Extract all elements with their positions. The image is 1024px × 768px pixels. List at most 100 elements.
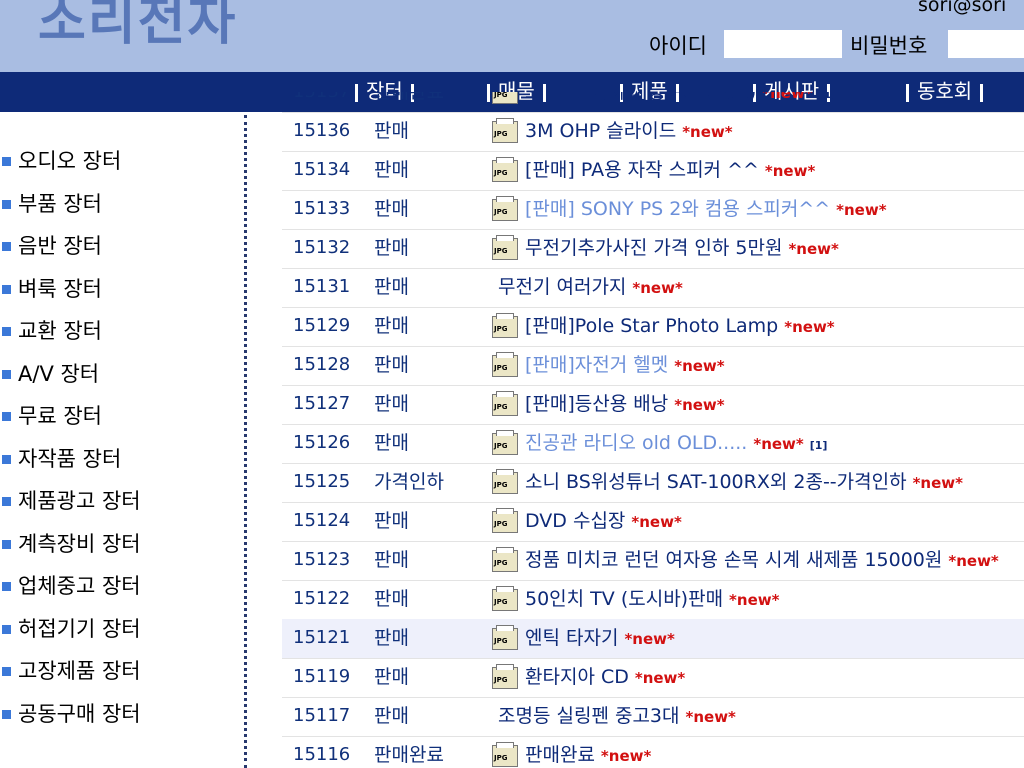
table-row[interactable]: 15128 판매 JPG [판매]자전거 헬멧 *new* — [282, 346, 1024, 386]
sidebar-item[interactable]: 교환 장터 — [0, 310, 240, 353]
bullet-icon — [2, 412, 11, 421]
post-title-link[interactable]: 소니 BS위성튜너 SAT-100RX외 2종--가격인하 *new* — [525, 463, 963, 502]
sidebar-item[interactable]: 오디오 장터 — [0, 140, 240, 183]
post-category: 판매 — [374, 120, 409, 142]
jpg-icon-label: JPG — [494, 481, 508, 489]
table-row[interactable]: 15129 판매 JPG [판매]Pole Star Photo Lamp *new* — [282, 307, 1024, 347]
post-title-link[interactable]: 무전기 여러가지 *new* — [498, 268, 683, 307]
table-row[interactable]: 15123 판매 JPG 정품 미치코 런던 여자용 손목 시계 새제품 15000원… — [282, 541, 1024, 581]
sidebar-item[interactable]: 허접기기 장터 — [0, 608, 240, 651]
jpg-icon-label: JPG — [494, 130, 508, 138]
login-pw-label: 비밀번호 — [850, 34, 928, 58]
jpg-icon-label: JPG — [494, 754, 508, 762]
new-badge: *new* — [788, 240, 839, 258]
post-category: 판매 — [374, 510, 409, 532]
post-category: 판매완료 — [374, 92, 444, 103]
jpg-icon-label: JPG — [494, 559, 508, 567]
sidebar-item[interactable]: 공동구매 장터 — [0, 693, 240, 736]
post-title-link[interactable]: DVD 수십장 *new* — [525, 502, 682, 541]
post-title-link[interactable]: 50인치 TV (도시바)판매 *new* — [525, 580, 779, 619]
sidebar-item[interactable]: 벼룩 장터 — [0, 268, 240, 311]
post-title-link[interactable]: 오 노랑 업체의 공구기 (완료) *new* [1] — [525, 92, 836, 114]
sidebar-item[interactable]: A/V 장터 — [0, 353, 240, 396]
comment-count[interactable]: [1] — [810, 439, 828, 452]
table-row[interactable]: 15125 가격인하 JPG 소니 BS위성튜너 SAT-100RX외 2종--가격인… — [282, 463, 1024, 503]
post-title-link[interactable]: [판매]등산용 배낭 *new* — [525, 385, 725, 424]
table-row[interactable]: 15122 판매 JPG 50인치 TV (도시바)판매 *new* — [282, 580, 1024, 620]
sidebar-item-label: 공동구매 장터 — [18, 701, 141, 726]
login-id-input[interactable] — [724, 30, 842, 58]
post-title-link[interactable]: 정품 미치코 런던 여자용 손목 시계 새제품 15000원 *new* — [525, 541, 999, 580]
post-category: 판매 — [374, 354, 409, 376]
comment-count[interactable]: [1] — [819, 92, 837, 101]
table-row[interactable]: 15134 판매 JPG [판매] PA용 자작 스피커 ^^ *new* — [282, 151, 1024, 191]
new-badge: *new* — [631, 513, 682, 531]
jpg-attachment-icon: JPG — [492, 586, 518, 611]
post-number: 15122 — [293, 588, 351, 609]
post-title: [판매]등산용 배낭 — [525, 393, 669, 415]
table-row[interactable]: 15127 판매 JPG [판매]등산용 배낭 *new* — [282, 385, 1024, 425]
post-title-link[interactable]: 진공관 라디오 old OLD..... *new* [1] — [525, 424, 827, 465]
table-row[interactable]: 15117 판매 조명등 실링펜 중고3대 *new* — [282, 697, 1024, 737]
post-title-link[interactable]: 엔틱 타자기 *new* — [525, 619, 675, 658]
bullet-icon — [2, 497, 11, 506]
post-number: 15134 — [293, 159, 351, 180]
sidebar-item[interactable]: 부품 장터 — [0, 183, 240, 226]
sidebar-item[interactable]: 고장제품 장터 — [0, 650, 240, 693]
table-row[interactable]: 15116 판매완료 JPG 판매완료 *new* — [282, 736, 1024, 768]
site-logo[interactable]: 소리전자 — [38, 0, 237, 58]
sidebar-item[interactable]: 무료 장터 — [0, 395, 240, 438]
sidebar-item[interactable]: 업체중고 장터 — [0, 565, 240, 608]
post-title-link[interactable]: 판매완료 *new* — [525, 736, 651, 768]
jpg-icon-label: JPG — [494, 325, 508, 333]
new-badge: *new* — [624, 630, 675, 648]
sidebar-item[interactable]: 제품광고 장터 — [0, 480, 240, 523]
post-title-link[interactable]: 3M OHP 슬라이드 *new* — [525, 112, 733, 151]
jpg-attachment-icon: JPG — [492, 664, 518, 689]
table-row[interactable]: 15121 판매 JPG 엔틱 타자기 *new* — [282, 619, 1024, 659]
post-title: 정품 미치코 런던 여자용 손목 시계 새제품 15000원 — [525, 549, 943, 571]
bullet-icon — [2, 242, 11, 251]
sidebar-item[interactable]: 계측장비 장터 — [0, 523, 240, 566]
jpg-attachment-icon: JPG — [492, 625, 518, 650]
jpg-icon-label: JPG — [494, 247, 508, 255]
table-row[interactable]: 15137 판매완료 JPG 오 노랑 업체의 공구기 (완료) *new* [1] — [282, 92, 1024, 113]
table-row[interactable]: 15126 판매 JPG 진공관 라디오 old OLD..... *new* [1] — [282, 424, 1024, 464]
jpg-attachment-icon: JPG — [492, 430, 518, 455]
post-title: [판매] SONY PS 2와 컴용 스피커^^ — [525, 198, 831, 220]
bullet-icon — [2, 539, 11, 549]
new-badge: *new* — [632, 279, 683, 297]
post-title-link[interactable]: 무전기추가사진 가격 인하 5만원 *new* — [525, 229, 839, 268]
post-title-link[interactable]: [판매]자전거 헬멧 *new* — [525, 346, 725, 385]
new-badge: *new* — [948, 552, 999, 570]
post-number: 15137 — [293, 92, 350, 111]
post-title: 무전기 여러가지 — [498, 276, 627, 298]
table-row[interactable]: 15124 판매 JPG DVD 수십장 *new* — [282, 502, 1024, 542]
post-title-link[interactable]: [판매] SONY PS 2와 컴용 스피커^^ *new* — [525, 190, 887, 229]
jpg-icon-label: JPG — [494, 169, 508, 177]
jpg-icon-label: JPG — [494, 676, 508, 684]
table-row[interactable]: 15119 판매 JPG 환타지아 CD *new* — [282, 658, 1024, 698]
post-category: 판매 — [374, 315, 409, 337]
post-number: 15133 — [293, 198, 351, 219]
post-title: 환타지아 CD — [525, 666, 629, 688]
sidebar-item[interactable]: 자작품 장터 — [0, 438, 240, 481]
post-category: 판매완료 — [374, 744, 444, 766]
table-row[interactable]: 15131 판매 무전기 여러가지 *new* — [282, 268, 1024, 308]
sidebar-item[interactable]: 음반 장터 — [0, 225, 240, 268]
login-pw-input[interactable] — [948, 30, 1024, 58]
post-title-link[interactable]: 조명등 실링펜 중고3대 *new* — [498, 697, 736, 736]
table-row[interactable]: 15133 판매 JPG [판매] SONY PS 2와 컴용 스피커^^ *new* — [282, 190, 1024, 230]
new-badge: *new* — [784, 318, 835, 336]
jpg-icon-label: JPG — [494, 637, 508, 645]
post-title: 오 노랑 업체의 공구기 (완료) — [525, 92, 757, 103]
sidebar-item-label: 고장제품 장터 — [18, 659, 141, 683]
table-row[interactable]: 15132 판매 JPG 무전기추가사진 가격 인하 5만원 *new* — [282, 229, 1024, 269]
jpg-icon-label: JPG — [494, 208, 508, 216]
header: 소리전자 sori@sori 아이디 비밀번호 — [0, 0, 1024, 72]
post-title-link[interactable]: 환타지아 CD *new* — [525, 658, 685, 697]
post-title: DVD 수십장 — [525, 510, 626, 532]
post-title-link[interactable]: [판매]Pole Star Photo Lamp *new* — [525, 307, 835, 346]
table-row[interactable]: 15136 판매 JPG 3M OHP 슬라이드 *new* — [282, 112, 1024, 152]
post-title-link[interactable]: [판매] PA용 자작 스피커 ^^ *new* — [525, 151, 815, 190]
